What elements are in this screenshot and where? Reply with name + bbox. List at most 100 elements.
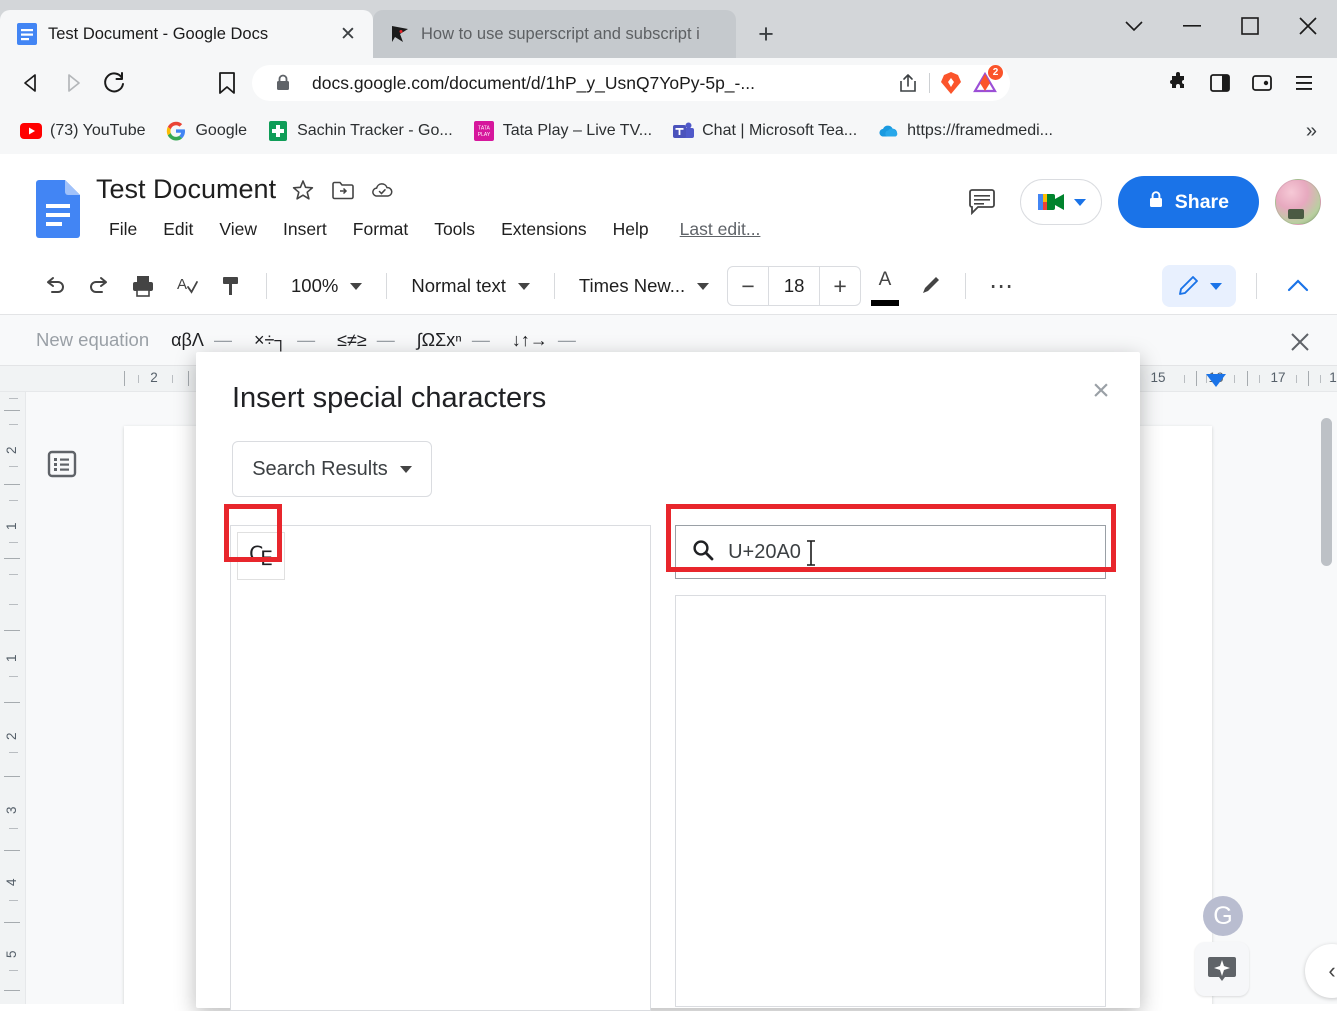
minimize-icon[interactable]: [1163, 0, 1221, 52]
zoom-value: 100%: [291, 275, 338, 297]
google-docs-icon: [16, 23, 38, 45]
url-text: docs.google.com/document/d/1hP_y_UsnQ7Yo…: [312, 73, 891, 94]
share-icon[interactable]: [891, 66, 925, 100]
paint-format-icon[interactable]: [210, 265, 252, 307]
close-icon[interactable]: ×: [1082, 372, 1120, 410]
paragraph-style-select[interactable]: Normal text: [401, 265, 540, 307]
new-equation-label[interactable]: New equation: [36, 329, 149, 351]
chevron-down-icon: [697, 283, 709, 290]
menu-edit[interactable]: Edit: [150, 215, 206, 244]
sidebar-toggle-icon[interactable]: [1201, 64, 1239, 102]
spellcheck-icon[interactable]: A: [166, 265, 208, 307]
tab-superscript-article[interactable]: How to use superscript and subscript i: [373, 10, 736, 58]
category-value: Search Results: [252, 458, 388, 481]
menu-view[interactable]: View: [206, 215, 270, 244]
bookmark-this-page-icon[interactable]: [206, 62, 248, 104]
text-color-swatch: [871, 300, 899, 306]
avatar[interactable]: [1275, 179, 1321, 225]
address-bar[interactable]: docs.google.com/document/d/1hP_y_UsnQ7Yo…: [252, 65, 1010, 101]
browser-action-icons: [1159, 64, 1327, 102]
menu-help[interactable]: Help: [600, 215, 662, 244]
menu-file[interactable]: File: [96, 215, 150, 244]
window-close-icon[interactable]: [1279, 0, 1337, 52]
bookmark-framedmedia[interactable]: https://framedmedi...: [869, 116, 1061, 146]
font-size-decrease-button[interactable]: −: [728, 267, 768, 305]
bookmark-microsoft-teams[interactable]: Chat | Microsoft Tea...: [664, 116, 865, 146]
close-icon[interactable]: ✕: [335, 21, 361, 47]
dialog-title: Insert special characters: [196, 352, 1140, 415]
cloud-saved-icon[interactable]: [370, 177, 396, 203]
brave-rewards-triangle-icon[interactable]: 2: [968, 66, 1002, 100]
font-family-select[interactable]: Times New...: [569, 265, 719, 307]
brave-lion-icon[interactable]: [934, 66, 968, 100]
tab-search-icon[interactable]: [1105, 0, 1163, 52]
google-docs-logo-icon[interactable]: [36, 180, 80, 238]
style-value: Normal text: [411, 275, 506, 297]
document-outline-icon[interactable]: [46, 448, 78, 480]
menu-tools[interactable]: Tools: [421, 215, 488, 244]
brave-news-icon: [389, 23, 411, 45]
editing-mode-button[interactable]: [1162, 265, 1236, 307]
google-meet-button[interactable]: [1020, 179, 1102, 225]
dialog-body: ₠ U+20A0: [196, 497, 1140, 1011]
document-title[interactable]: Test Document: [96, 174, 276, 205]
text-color-button[interactable]: A: [863, 265, 907, 307]
menu-insert[interactable]: Insert: [270, 215, 340, 244]
side-panel-toggle-icon[interactable]: ‹: [1305, 944, 1337, 998]
print-icon[interactable]: [122, 265, 164, 307]
font-size-value[interactable]: 18: [768, 267, 820, 305]
last-edit-link[interactable]: Last edit...: [680, 219, 761, 240]
font-size-increase-button[interactable]: +: [820, 267, 860, 305]
search-results-panel[interactable]: ₠: [230, 525, 651, 1011]
equation-group-operators[interactable]: ×÷┐—: [254, 330, 315, 351]
grammarly-icon[interactable]: G: [1203, 896, 1243, 936]
menu-format[interactable]: Format: [340, 215, 421, 244]
draw-a-character-panel[interactable]: [675, 595, 1106, 1007]
chevron-down-icon: —: [472, 330, 490, 351]
chevron-down-icon[interactable]: [1074, 199, 1086, 206]
tata-play-icon: TATAPLAY: [473, 120, 495, 142]
gemini-sparkle-button[interactable]: [1195, 942, 1249, 996]
bookmark-label: Tata Play – Live TV...: [503, 122, 652, 140]
bookmark-sachin-tracker[interactable]: Sachin Tracker - Go...: [259, 116, 461, 146]
wallet-icon[interactable]: [1243, 64, 1281, 102]
redo-icon[interactable]: [78, 265, 120, 307]
equation-group-greek[interactable]: αβΛ—: [171, 330, 232, 351]
extensions-puzzle-icon[interactable]: [1159, 64, 1197, 102]
vertical-scrollbar[interactable]: [1321, 418, 1332, 566]
highlight-color-icon[interactable]: [909, 265, 951, 307]
share-button[interactable]: Share: [1118, 176, 1259, 228]
equation-group-math[interactable]: ∫ΩΣxⁿ—: [417, 330, 490, 351]
rewards-badge: 2: [988, 65, 1003, 80]
more-options-icon[interactable]: ⋯: [980, 265, 1022, 307]
ruler-number: 1: [1329, 370, 1337, 385]
equation-group-relations[interactable]: ≤≠≥—: [337, 330, 395, 351]
lock-icon: [1148, 190, 1164, 215]
vertical-ruler[interactable]: 2 1 1 2 3 4: [0, 392, 26, 1004]
tab-test-document[interactable]: Test Document - Google Docs ✕: [0, 10, 373, 58]
category-select[interactable]: Search Results: [232, 441, 432, 497]
undo-icon[interactable]: [34, 265, 76, 307]
bookmark-youtube[interactable]: (73) YouTube: [12, 116, 153, 146]
close-equation-icon[interactable]: [1283, 325, 1317, 359]
new-tab-button[interactable]: +: [746, 14, 786, 54]
chevron-down-icon: —: [297, 330, 315, 351]
equation-group-arrows[interactable]: ↓↑→—: [512, 330, 576, 351]
window-controls: [1105, 0, 1337, 52]
star-icon[interactable]: [290, 177, 316, 203]
equation-group-label: αβΛ: [171, 330, 204, 351]
bookmark-tata-play[interactable]: TATAPLAY Tata Play – Live TV...: [465, 116, 660, 146]
back-icon[interactable]: [10, 62, 52, 104]
bookmarks-overflow-icon[interactable]: »: [1298, 120, 1325, 143]
move-to-folder-icon[interactable]: [330, 177, 356, 203]
first-line-indent-marker[interactable]: [1206, 374, 1226, 387]
insert-special-characters-dialog: × Insert special characters Search Resul…: [196, 352, 1140, 1008]
collapse-toolbar-icon[interactable]: [1277, 265, 1319, 307]
maximize-icon[interactable]: [1221, 0, 1279, 52]
bookmark-google[interactable]: Google: [157, 116, 255, 146]
menu-extensions[interactable]: Extensions: [488, 215, 600, 244]
reload-icon[interactable]: [94, 62, 136, 104]
zoom-select[interactable]: 100%: [281, 265, 372, 307]
browser-menu-icon[interactable]: [1285, 64, 1323, 102]
comment-icon[interactable]: [960, 180, 1004, 224]
